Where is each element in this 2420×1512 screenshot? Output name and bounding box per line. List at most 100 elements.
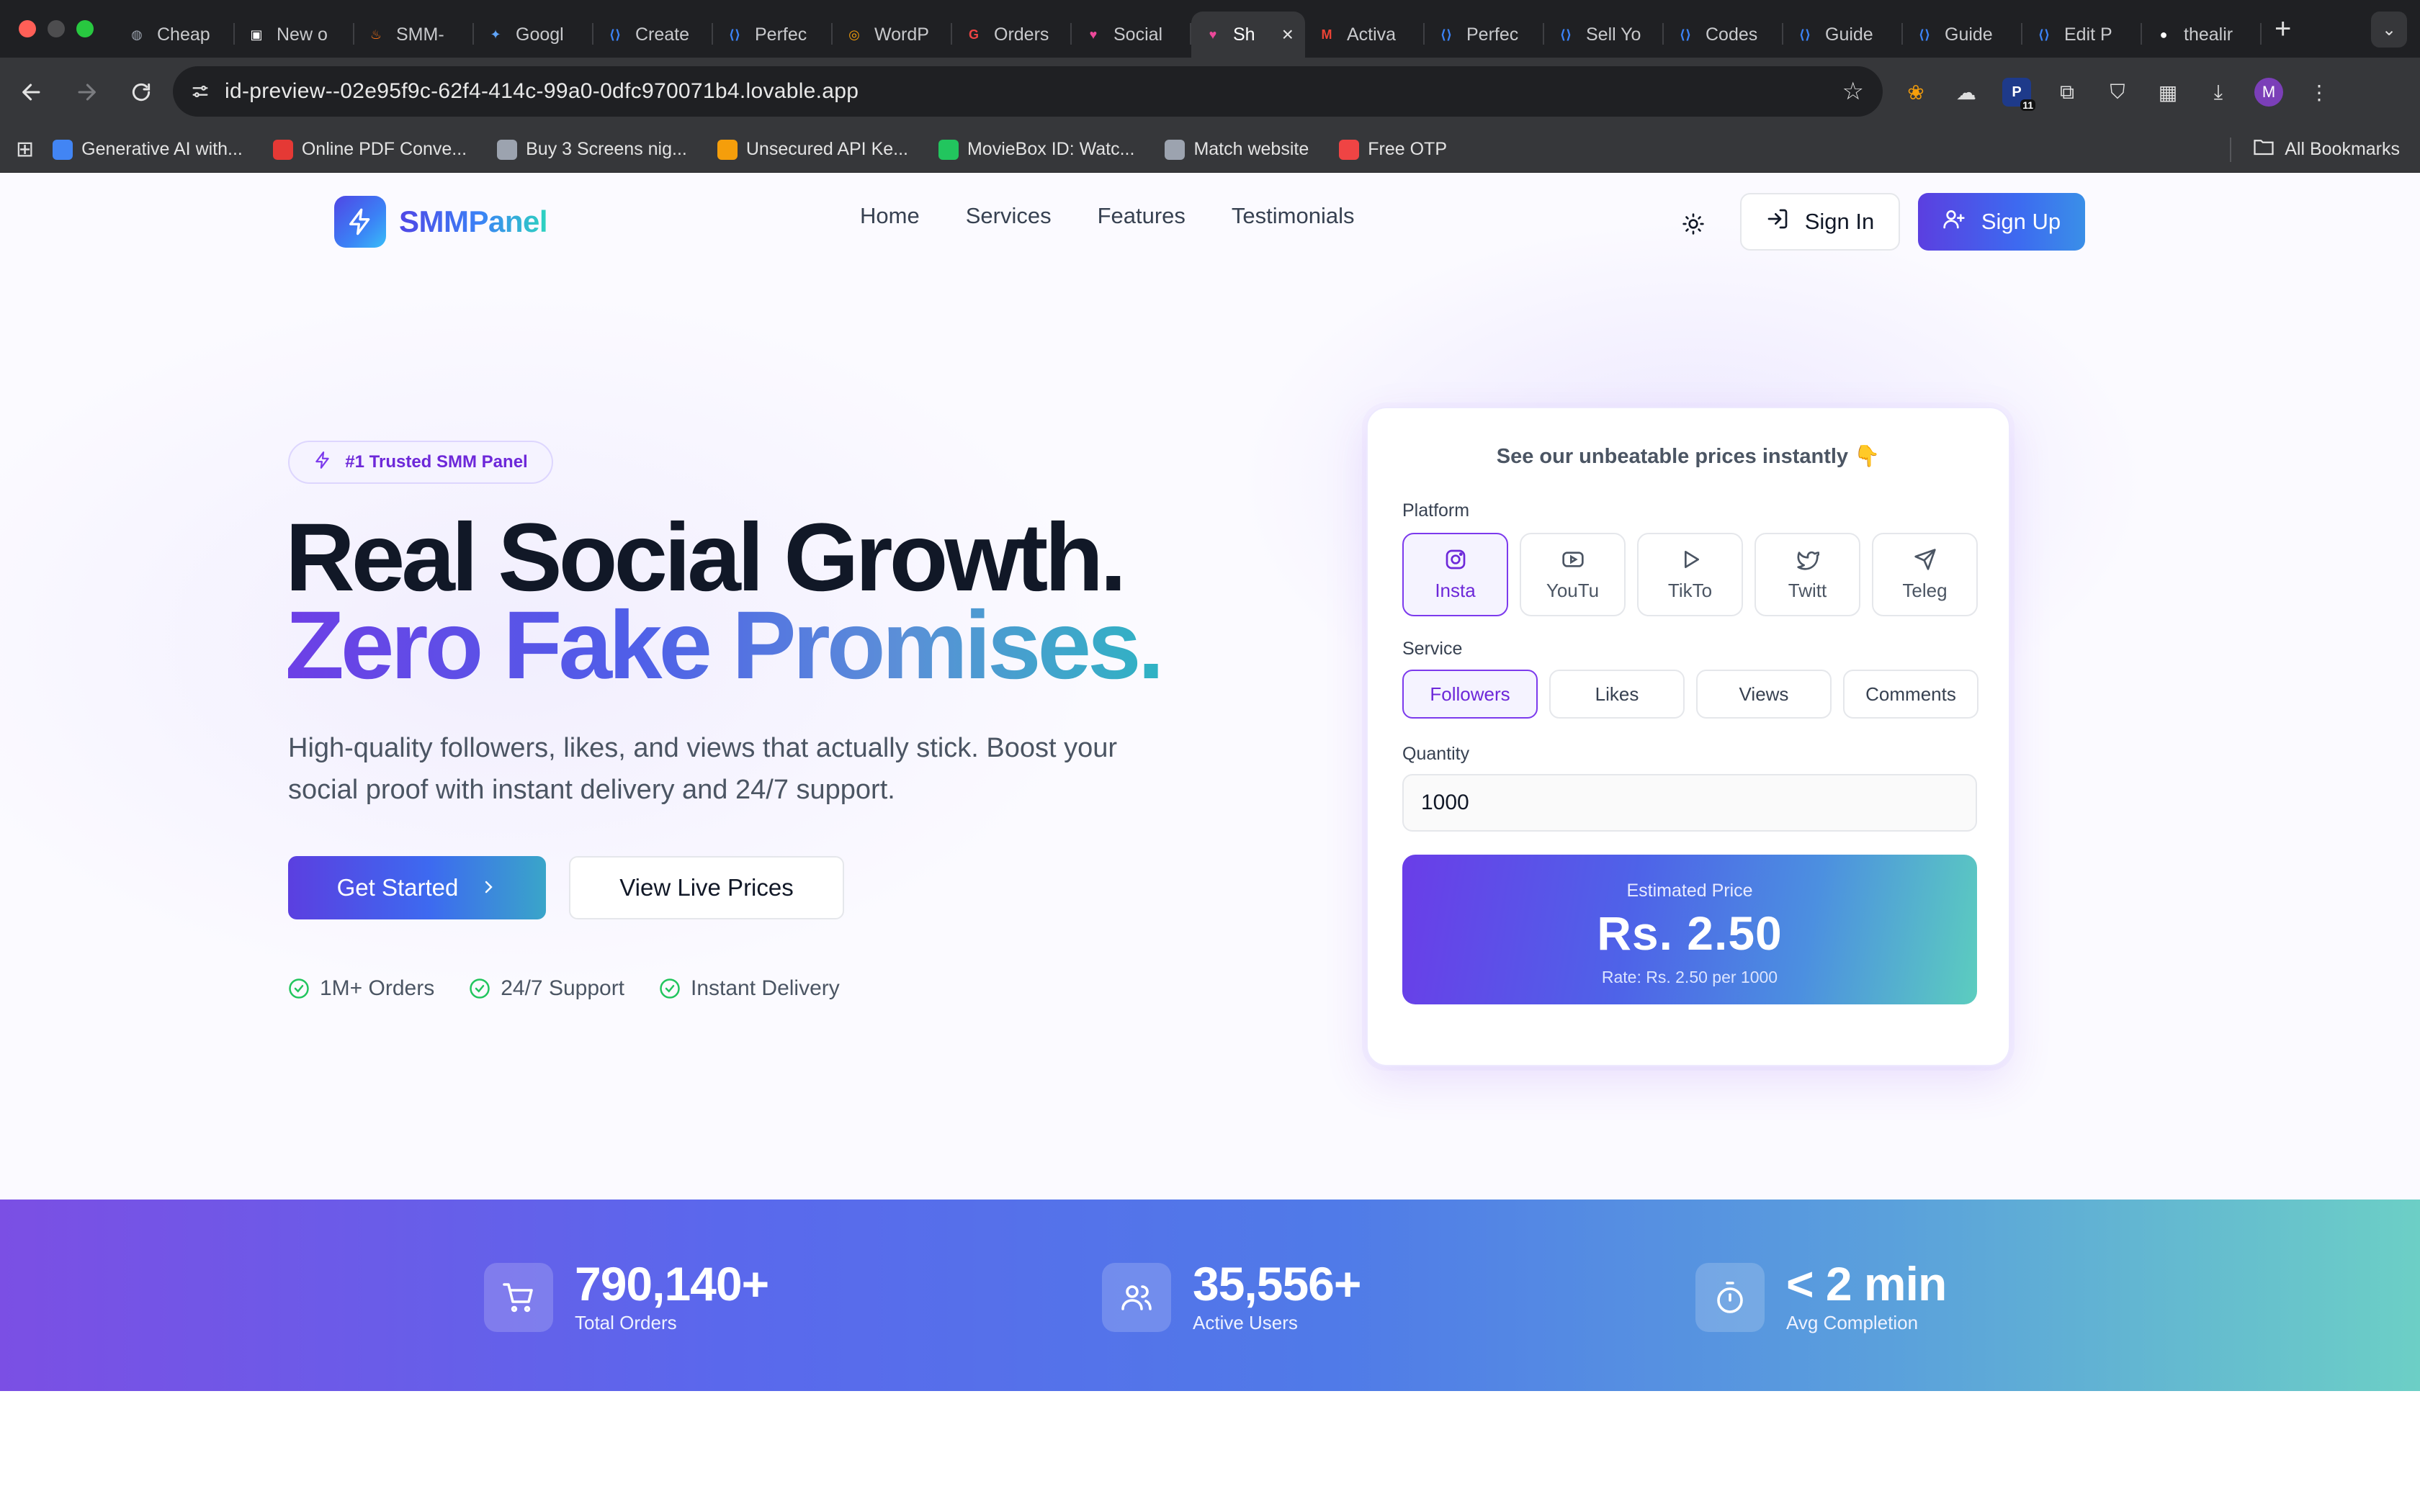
reload-icon[interactable]: [118, 69, 164, 115]
apps-grid-icon[interactable]: ⊞: [16, 137, 34, 162]
browser-tab[interactable]: ● thealir: [2142, 12, 2262, 58]
browser-tab-strip: ◍ Cheap ▣ New o ♨ SMM- ✦ Googl ⟨⟩ Create ⟨⟩ Perfec ◎…: [0, 0, 2420, 58]
browser-tab[interactable]: ✦ Googl: [474, 12, 593, 58]
browser-tab[interactable]: ♨ SMM-: [354, 12, 474, 58]
new-tab-plus-icon[interactable]: +: [2275, 13, 2291, 45]
platform-label-text: YouTu: [1546, 579, 1600, 601]
tab-title: Activa: [1347, 24, 1397, 45]
tab-search-chevron-icon[interactable]: ⌄: [2371, 12, 2407, 48]
stat-value: < 2 min: [1786, 1257, 1947, 1310]
github-icon: ●: [2159, 27, 2168, 42]
all-bookmarks-button[interactable]: All Bookmarks: [2253, 138, 2400, 161]
download-icon[interactable]: ⤓: [2204, 78, 2233, 107]
platform-option-telegram[interactable]: Teleg: [1872, 533, 1978, 616]
address-bar[interactable]: id-preview--02e95f9c-62f4-414c-99a0-0dfc…: [173, 66, 1883, 117]
platform-option-twitter[interactable]: Twitt: [1754, 533, 1860, 616]
browser-tab[interactable]: ⟨⟩ Perfec: [713, 12, 833, 58]
code-icon: ⟨⟩: [1798, 27, 1811, 42]
service-option-views[interactable]: Views: [1696, 670, 1832, 719]
user-plus-icon: [1942, 207, 1966, 236]
close-window-button[interactable]: [19, 20, 36, 37]
url-text[interactable]: id-preview--02e95f9c-62f4-414c-99a0-0dfc…: [225, 79, 859, 104]
more-menu-icon[interactable]: ⋮: [2305, 78, 2334, 107]
nav-link-services[interactable]: Services: [966, 203, 1052, 229]
site-navbar: SMMPanel Home Services Features Testimon…: [0, 173, 2420, 266]
back-arrow-icon[interactable]: [9, 69, 55, 115]
get-started-button[interactable]: Get Started: [288, 856, 546, 919]
tab-title: Perfec: [755, 24, 807, 45]
browser-tab[interactable]: ◎ WordP: [833, 12, 952, 58]
tab-title: Guide: [1945, 24, 1993, 45]
bookmark-item[interactable]: Buy 3 Screens nig...: [497, 139, 687, 160]
p-extension-icon[interactable]: P 11: [2002, 78, 2035, 111]
estimate-value: Rs. 2.50: [1597, 906, 1783, 960]
sign-in-button[interactable]: Sign In: [1740, 193, 1900, 251]
platform-label-text: Insta: [1435, 579, 1476, 601]
tab-close-icon[interactable]: ×: [1282, 23, 1294, 46]
stat-total-orders: 790,140+ Total Orders: [484, 1260, 769, 1334]
bookmark-item[interactable]: Free OTP: [1339, 139, 1447, 160]
tab-title: Create: [635, 24, 690, 45]
browser-tab[interactable]: ◍ Cheap: [115, 12, 235, 58]
maximize-window-button[interactable]: [76, 20, 94, 37]
check-circle-icon: [660, 978, 680, 999]
code-icon: ⟨⟩: [1679, 27, 1692, 42]
stat-value: 35,556+: [1193, 1257, 1361, 1310]
estimate-label: Estimated Price: [1626, 881, 1753, 901]
sign-up-button[interactable]: Sign Up: [1918, 193, 2085, 251]
browser-tab[interactable]: ▣ New o: [235, 12, 354, 58]
platform-option-instagram[interactable]: Insta: [1402, 533, 1508, 616]
service-option-likes[interactable]: Likes: [1549, 670, 1685, 719]
cloud-extension-icon[interactable]: ☁: [1952, 78, 1981, 107]
browser-tab[interactable]: M Activa: [1305, 12, 1425, 58]
browser-tab[interactable]: ♥ Sh ×: [1191, 12, 1305, 58]
site-logo[interactable]: SMMPanel: [334, 196, 548, 248]
service-option-followers[interactable]: Followers: [1402, 670, 1538, 719]
nav-link-home[interactable]: Home: [860, 203, 920, 229]
tab-title: Orders: [994, 24, 1049, 45]
bookmark-label: Free OTP: [1368, 139, 1447, 159]
tab-title: Codes: [1706, 24, 1758, 45]
forward-arrow-icon[interactable]: [63, 69, 109, 115]
bookmark-item[interactable]: Unsecured API Ke...: [717, 139, 908, 160]
nav-link-testimonials[interactable]: Testimonials: [1232, 203, 1355, 229]
profile-avatar[interactable]: M: [2254, 78, 2283, 107]
stat-label: Active Users: [1193, 1312, 1298, 1333]
bookmark-item[interactable]: Match website: [1165, 139, 1309, 160]
browser-tab[interactable]: ⟨⟩ Edit P: [2022, 12, 2142, 58]
browser-tab[interactable]: ⟨⟩ Guide: [1783, 12, 1903, 58]
browser-tab[interactable]: ⟨⟩ Codes: [1664, 12, 1783, 58]
quantity-input[interactable]: [1402, 774, 1977, 832]
incognito-icon[interactable]: ⛉: [2103, 78, 2132, 107]
nav-link-features[interactable]: Features: [1098, 203, 1186, 229]
browser-tab[interactable]: ⟨⟩ Guide: [1903, 12, 2022, 58]
bookmark-star-icon[interactable]: ☆: [1842, 77, 1864, 106]
bookmark-item[interactable]: MovieBox ID: Watc...: [938, 139, 1134, 160]
perk-label: Instant Delivery: [691, 976, 840, 1000]
minimize-window-button[interactable]: [48, 20, 65, 37]
play-icon: [1684, 550, 1699, 568]
qr-code-icon[interactable]: ▦: [2154, 78, 2182, 107]
code-icon: ⟨⟩: [2038, 27, 2051, 42]
browser-tab[interactable]: ⟨⟩ Sell Yo: [1544, 12, 1664, 58]
bookmark-favicon-icon: [717, 139, 738, 160]
browser-tab[interactable]: ⟨⟩ Create: [593, 12, 713, 58]
bookmark-item[interactable]: Online PDF Conve...: [272, 139, 467, 160]
site-settings-icon[interactable]: [184, 76, 216, 107]
fire-icon: ♨: [369, 27, 382, 42]
cookie-extension-icon[interactable]: ❀: [1901, 78, 1930, 107]
browser-tab[interactable]: G Orders: [952, 12, 1072, 58]
browser-tab[interactable]: ♥ Social: [1072, 12, 1191, 58]
puzzle-extensions-icon[interactable]: ⧉: [2053, 78, 2081, 107]
badge-label: #1 Trusted SMM Panel: [345, 452, 528, 472]
platform-option-youtube[interactable]: YouTu: [1520, 533, 1626, 616]
view-live-prices-button[interactable]: View Live Prices: [569, 856, 844, 919]
platform-option-tiktok[interactable]: TikTo: [1637, 533, 1743, 616]
browser-tab[interactable]: ⟨⟩ Perfec: [1425, 12, 1544, 58]
bookmark-favicon-icon: [1165, 139, 1186, 160]
sun-theme-toggle-icon[interactable]: [1678, 209, 1708, 239]
service-option-comments[interactable]: Comments: [1843, 670, 1978, 719]
bookmark-item[interactable]: Generative AI with...: [53, 139, 243, 160]
tab-title: Edit P: [2064, 24, 2112, 45]
perk-label: 1M+ Orders: [320, 976, 435, 1000]
